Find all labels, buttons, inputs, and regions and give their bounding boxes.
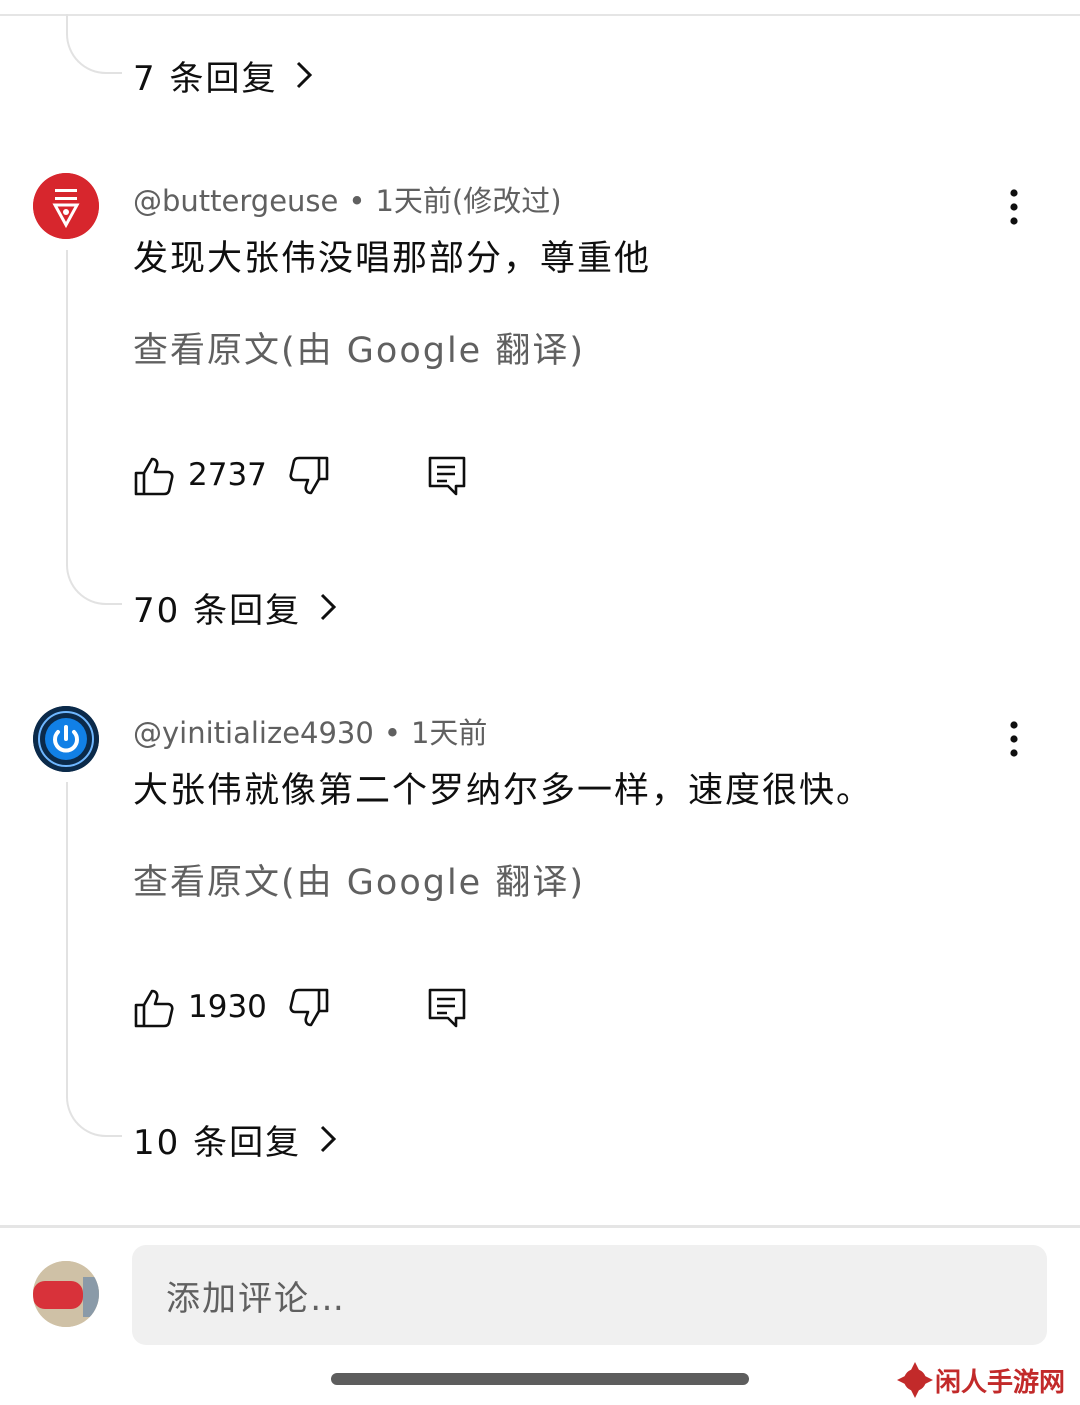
comment-input[interactable]: 添加评论… bbox=[132, 1245, 1047, 1345]
replies-label: 7 条回复 bbox=[133, 58, 278, 99]
more-options-icon[interactable] bbox=[996, 715, 1032, 765]
avatar[interactable] bbox=[33, 173, 99, 239]
user-avatar[interactable] bbox=[33, 1261, 99, 1327]
replies-label: 10 条回复 bbox=[133, 1122, 302, 1163]
comment-input-placeholder: 添加评论… bbox=[166, 1278, 346, 1319]
meta-separator: • bbox=[348, 184, 366, 218]
comment-meta: @buttergeuse • 1天前(修改过) bbox=[133, 178, 562, 220]
thread-line bbox=[66, 782, 122, 1137]
dislike-icon[interactable] bbox=[288, 987, 330, 1029]
view-original-link[interactable]: 查看原文(由 Google 翻译) bbox=[133, 322, 585, 373]
replies-toggle-prev[interactable]: 7 条回复 bbox=[133, 50, 317, 100]
like-count: 1930 bbox=[188, 989, 267, 1025]
view-original-link[interactable]: 查看原文(由 Google 翻译) bbox=[133, 854, 585, 905]
chevron-right-icon bbox=[321, 593, 337, 621]
chevron-right-icon bbox=[321, 1125, 337, 1153]
like-icon[interactable] bbox=[133, 987, 175, 1029]
replies-label: 70 条回复 bbox=[133, 590, 302, 631]
power-logo-icon bbox=[33, 706, 99, 772]
thread-line bbox=[66, 14, 122, 74]
comment-time: 1天前 bbox=[410, 716, 488, 750]
comment-text: 发现大张伟没唱那部分，尊重他 bbox=[133, 239, 652, 279]
home-indicator[interactable] bbox=[331, 1373, 749, 1385]
replies-toggle[interactable]: 10 条回复 bbox=[133, 1114, 341, 1164]
reply-icon[interactable] bbox=[427, 987, 469, 1029]
chevron-right-icon bbox=[297, 61, 313, 89]
comment-time: 1天前(修改过) bbox=[375, 184, 562, 218]
comment-author[interactable]: @yinitialize4930 bbox=[133, 716, 374, 750]
channel-logo-icon bbox=[33, 173, 99, 239]
watermark: 闲人手游网 bbox=[895, 1360, 1065, 1400]
top-divider bbox=[0, 14, 1080, 16]
watermark-text: 闲人手游网 bbox=[935, 1367, 1066, 1398]
watermark-logo-icon bbox=[897, 1362, 933, 1398]
comment-text: 大张伟就像第二个罗纳尔多一样，速度很快。 bbox=[133, 771, 874, 811]
reply-icon[interactable] bbox=[427, 455, 469, 497]
replies-toggle[interactable]: 70 条回复 bbox=[133, 582, 341, 632]
meta-separator: • bbox=[383, 716, 401, 750]
like-count: 2737 bbox=[188, 457, 267, 493]
input-divider bbox=[0, 1225, 1080, 1228]
comment-meta: @yinitialize4930 • 1天前 bbox=[133, 710, 487, 752]
thread-line bbox=[66, 250, 122, 605]
dislike-icon[interactable] bbox=[288, 455, 330, 497]
comment-author[interactable]: @buttergeuse bbox=[133, 184, 338, 218]
avatar[interactable] bbox=[33, 706, 99, 772]
more-options-icon[interactable] bbox=[996, 183, 1032, 233]
like-icon[interactable] bbox=[133, 455, 175, 497]
user-avatar-image bbox=[33, 1261, 99, 1327]
